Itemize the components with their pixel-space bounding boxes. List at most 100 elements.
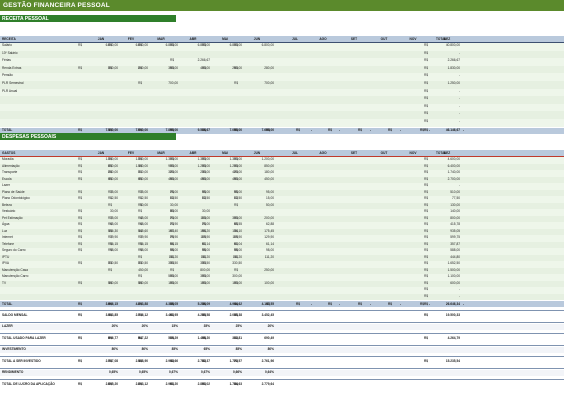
despesas-cell-value[interactable]: 73,90 <box>152 222 178 227</box>
despesas-cell-value[interactable]: 111,20 <box>248 255 274 260</box>
despesas-cell-value[interactable]: 62,88 <box>248 222 274 227</box>
despesas-cell-value[interactable]: 145,60 <box>122 229 148 234</box>
summary-value[interactable]: 80% <box>122 347 148 352</box>
summary-value[interactable]: 0,64% <box>248 370 274 375</box>
despesas-cell-value[interactable]: 500,00 <box>152 274 178 279</box>
summary-value[interactable]: 2.801,02 <box>184 382 210 387</box>
receita-cell-value[interactable]: 250,00 <box>216 66 242 71</box>
summary-value[interactable]: 519,29 <box>152 336 178 341</box>
despesas-cell-value[interactable]: 100,00 <box>122 281 148 286</box>
despesas-cell-value[interactable]: 61,04 <box>216 242 242 247</box>
despesas-cell-value[interactable]: 111,20 <box>184 255 210 260</box>
despesas-cell-value[interactable]: 450,00 <box>248 177 274 182</box>
despesas-cell-value[interactable]: 12,50 <box>216 196 242 201</box>
despesas-cell-value[interactable]: 330,50 <box>216 261 242 266</box>
despesas-cell-value[interactable]: 75,00 <box>92 190 118 195</box>
summary-value[interactable]: 20% <box>248 324 274 329</box>
summary-value[interactable]: 0,67% <box>184 370 210 375</box>
despesas-cell-value[interactable]: 900,00 <box>152 164 178 169</box>
summary-value[interactable]: 80% <box>92 347 118 352</box>
despesas-cell-value[interactable]: 119,90 <box>216 235 242 240</box>
despesas-cell-value[interactable]: 30,00 <box>92 209 118 214</box>
despesas-cell-value[interactable]: 56,15 <box>122 242 148 247</box>
receita-row[interactable] <box>0 103 564 112</box>
receita-cell-value[interactable]: 6.800,00 <box>92 43 118 48</box>
despesas-cell-value[interactable]: 1.200,00 <box>248 157 274 162</box>
summary-value[interactable]: 2.779,64 <box>248 382 274 387</box>
despesas-cell-value[interactable]: 65,55 <box>216 222 242 227</box>
despesas-cell-value[interactable]: 110,00 <box>184 216 210 221</box>
despesas-cell-value[interactable]: 15,00 <box>248 196 274 201</box>
despesas-cell-value[interactable]: 156,30 <box>92 229 118 234</box>
despesas-cell-value[interactable]: 167,40 <box>152 229 178 234</box>
summary-value[interactable]: 85% <box>216 347 242 352</box>
despesas-cell-value[interactable]: 98,00 <box>92 248 118 253</box>
despesas-cell-value[interactable]: 56,15 <box>152 242 178 247</box>
despesas-cell-value[interactable]: 1.300,00 <box>184 157 210 162</box>
receita-row[interactable] <box>0 73 564 81</box>
summary-value[interactable]: 2.736,12 <box>122 313 148 318</box>
despesas-cell-value[interactable]: 250,00 <box>248 268 274 273</box>
receita-cell-value[interactable]: 6.800,00 <box>152 43 178 48</box>
receita-row[interactable] <box>0 88 564 97</box>
despesas-cell-value[interactable]: 12,50 <box>92 196 118 201</box>
despesas-cell-value[interactable]: 300,00 <box>216 274 242 279</box>
summary-value[interactable]: 1.772,57 <box>216 359 242 364</box>
despesas-cell-value[interactable]: 95,00 <box>248 190 274 195</box>
receita-row[interactable] <box>0 43 564 51</box>
despesas-cell-value[interactable]: 111,20 <box>216 255 242 260</box>
despesas-cell-value[interactable]: 180,00 <box>248 170 274 175</box>
despesas-cell-value[interactable]: 111,20 <box>152 255 178 260</box>
summary-value[interactable]: 2.203,12 <box>122 382 148 387</box>
despesas-cell-value[interactable]: 450,00 <box>122 177 148 182</box>
despesas-cell-value[interactable]: 230,00 <box>184 170 210 175</box>
receita-row[interactable] <box>0 111 564 119</box>
despesas-cell-value[interactable]: 100,00 <box>216 281 242 286</box>
despesas-cell-value[interactable]: 61,14 <box>184 242 210 247</box>
despesas-cell-value[interactable]: 134,10 <box>216 229 242 234</box>
despesas-cell-value[interactable]: 75,00 <box>92 216 118 221</box>
despesas-cell-value[interactable]: 119,90 <box>184 235 210 240</box>
despesas-cell-value[interactable]: 100,00 <box>184 281 210 286</box>
despesas-cell-value[interactable]: 129,90 <box>248 235 274 240</box>
despesas-cell-value[interactable]: 300,00 <box>216 216 242 221</box>
summary-value[interactable]: 696,77 <box>92 336 118 341</box>
despesas-cell-value[interactable]: 12,50 <box>122 196 148 201</box>
summary-value[interactable]: 2.961,20 <box>152 382 178 387</box>
despesas-cell-value[interactable]: 310,00 <box>122 170 148 175</box>
receita-row[interactable] <box>0 58 564 66</box>
despesas-cell-value[interactable]: 330,50 <box>92 261 118 266</box>
summary-value[interactable]: 690,49 <box>248 336 274 341</box>
despesas-cell-value[interactable]: 75,00 <box>152 190 178 195</box>
despesas-cell-value[interactable]: 1.300,00 <box>152 157 178 162</box>
despesas-cell-value[interactable]: 98,00 <box>184 248 210 253</box>
despesas-cell-value[interactable]: 50,00 <box>248 203 274 208</box>
despesas-cell-value[interactable]: 50,00 <box>122 203 148 208</box>
summary-value[interactable]: 1.784,63 <box>216 382 242 387</box>
despesas-cell-value[interactable]: 98,00 <box>152 248 178 253</box>
despesas-cell-value[interactable]: 156,20 <box>184 229 210 234</box>
despesas-cell-value[interactable]: 450,00 <box>184 177 210 182</box>
despesas-cell-value[interactable]: 420,00 <box>216 170 242 175</box>
summary-value[interactable]: 3.483,85 <box>92 313 118 318</box>
despesas-cell-value[interactable]: 1.300,00 <box>216 157 242 162</box>
summary-value[interactable]: 2.787,08 <box>92 359 118 364</box>
summary-value[interactable]: 2.085,38 <box>216 313 242 318</box>
receita-row[interactable] <box>0 96 564 104</box>
summary-value[interactable]: 312,81 <box>216 336 242 341</box>
summary-value[interactable]: 1.498,20 <box>184 336 210 341</box>
despesas-cell-value[interactable]: 56,15 <box>92 242 118 247</box>
despesas-cell-value[interactable]: 450,00 <box>122 268 148 273</box>
summary-value[interactable]: 2.942,66 <box>152 359 178 364</box>
despesas-cell-value[interactable]: 98,00 <box>248 248 274 253</box>
summary-value[interactable]: 0,67% <box>152 370 178 375</box>
despesas-cell-value[interactable]: 1.100,00 <box>122 164 148 169</box>
despesas-cell-value[interactable]: 68,00 <box>122 222 148 227</box>
summary-value[interactable]: 20% <box>122 324 148 329</box>
summary-value[interactable]: 65% <box>184 347 210 352</box>
despesas-cell-value[interactable]: 280,00 <box>92 170 118 175</box>
despesas-cell-value[interactable]: 200,00 <box>248 216 274 221</box>
despesas-cell-value[interactable]: 98,00 <box>216 248 242 253</box>
despesas-cell-value[interactable]: 75,00 <box>184 222 210 227</box>
summary-value[interactable]: 80% <box>248 347 274 352</box>
